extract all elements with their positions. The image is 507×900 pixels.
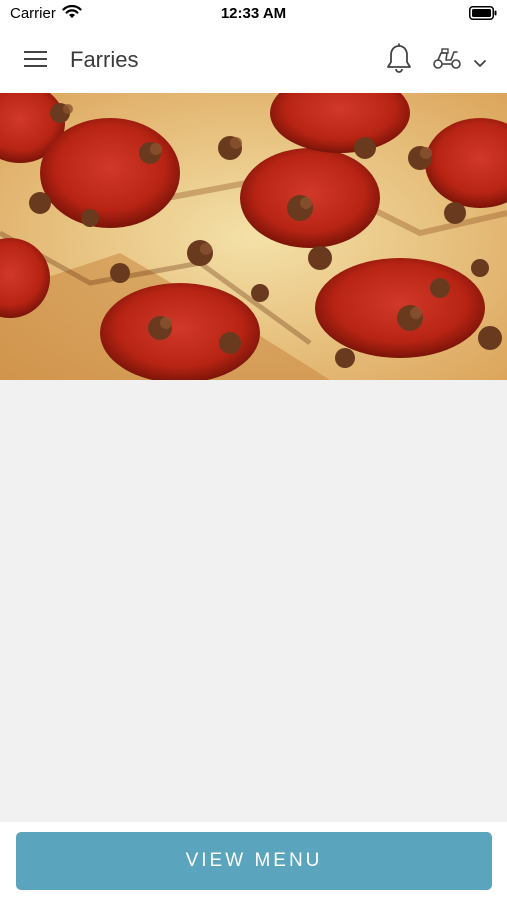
bottom-bar: VIEW MENU (0, 822, 507, 900)
page-title: Farries (70, 47, 139, 72)
status-bar: Carrier 12:33 AM (0, 0, 507, 28)
view-menu-button[interactable]: VIEW MENU (16, 832, 492, 890)
bell-icon[interactable] (386, 43, 412, 79)
battery-icon (469, 6, 497, 25)
scooter-icon[interactable] (432, 48, 462, 75)
app-header: Farries (0, 28, 507, 94)
menu-icon[interactable] (24, 50, 47, 73)
status-time: 12:33 AM (220, 5, 287, 22)
chevron-down-icon[interactable] (473, 55, 487, 73)
hero-pizza-image (0, 93, 507, 380)
